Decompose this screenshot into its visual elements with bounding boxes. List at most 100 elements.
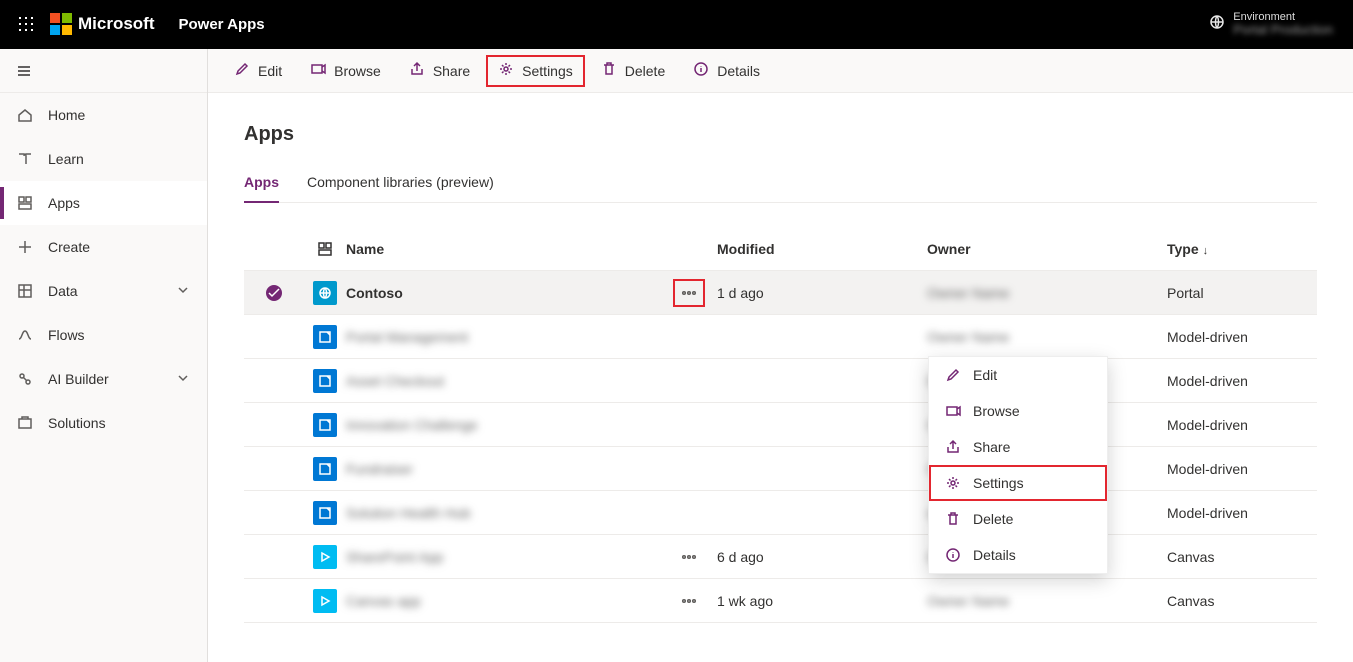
app-type-icon bbox=[313, 369, 337, 393]
environment-icon bbox=[1209, 14, 1225, 33]
app-name[interactable]: Innovation Challenge bbox=[346, 417, 478, 433]
sidebar-item-ai-builder[interactable]: AI Builder bbox=[0, 357, 207, 401]
sidebar-item-home[interactable]: Home bbox=[0, 93, 207, 137]
table-row[interactable]: Canvas app1 wk agoOwner NameCanvas bbox=[244, 579, 1317, 623]
sidebar-item-label: Solutions bbox=[48, 415, 106, 431]
sidebar-item-data[interactable]: Data bbox=[0, 269, 207, 313]
ctx-edit[interactable]: Edit bbox=[929, 357, 1107, 393]
more-options-button[interactable] bbox=[673, 543, 705, 571]
modified-cell: 1 d ago bbox=[717, 285, 927, 301]
trash-icon bbox=[945, 511, 961, 527]
grid-icon bbox=[16, 283, 34, 299]
col-type[interactable]: Type↓ bbox=[1167, 241, 1297, 257]
cmd-label: Browse bbox=[334, 63, 381, 79]
app-launcher-icon[interactable] bbox=[10, 16, 42, 32]
ai-icon bbox=[16, 371, 34, 387]
brand-text: Microsoft bbox=[78, 14, 155, 34]
cmd-browse[interactable]: Browse bbox=[298, 55, 393, 87]
ctx-details[interactable]: Details bbox=[929, 537, 1107, 573]
table-row[interactable]: SharePoint App6 d agoOwner NameCanvas bbox=[244, 535, 1317, 579]
sidebar-item-solutions[interactable]: Solutions bbox=[0, 401, 207, 445]
main-content: Edit Browse Share Settings Delete Detail… bbox=[208, 49, 1353, 662]
chevron-down-icon bbox=[175, 370, 191, 389]
sidebar-item-flows[interactable]: Flows bbox=[0, 313, 207, 357]
command-bar: Edit Browse Share Settings Delete Detail… bbox=[208, 49, 1353, 93]
cmd-details[interactable]: Details bbox=[681, 55, 772, 87]
pencil-icon bbox=[945, 367, 961, 383]
sidebar-item-label: Flows bbox=[48, 327, 85, 343]
type-cell: Model-driven bbox=[1167, 461, 1297, 477]
tabs: Apps Component libraries (preview) bbox=[244, 166, 1317, 203]
app-name[interactable]: Fundraiser bbox=[346, 461, 413, 477]
ctx-settings[interactable]: Settings bbox=[929, 465, 1107, 501]
cmd-label: Settings bbox=[522, 63, 573, 79]
tab-component-libraries[interactable]: Component libraries (preview) bbox=[307, 166, 494, 202]
product-name: Power Apps bbox=[179, 16, 265, 33]
more-options-button[interactable] bbox=[673, 279, 705, 307]
table-row[interactable]: Asset CheckoutOwner NameModel-driven bbox=[244, 359, 1317, 403]
plus-icon bbox=[16, 239, 34, 255]
solutions-icon bbox=[16, 415, 34, 431]
ctx-label: Share bbox=[973, 439, 1010, 455]
app-type-icon bbox=[313, 589, 337, 613]
app-name[interactable]: Contoso bbox=[346, 285, 403, 301]
flow-icon bbox=[16, 327, 34, 343]
sidebar-item-create[interactable]: Create bbox=[0, 225, 207, 269]
owner-cell: Owner Name bbox=[927, 285, 1009, 301]
app-type-icon bbox=[313, 457, 337, 481]
page-title: Apps bbox=[244, 123, 1317, 146]
environment-value: Portal Production bbox=[1233, 23, 1333, 37]
ctx-share[interactable]: Share bbox=[929, 429, 1107, 465]
more-options-button[interactable] bbox=[673, 587, 705, 615]
app-type-icon bbox=[313, 413, 337, 437]
cmd-delete[interactable]: Delete bbox=[589, 55, 677, 87]
table-row[interactable]: Solution Health HubsystemModel-driven bbox=[244, 491, 1317, 535]
share-icon bbox=[945, 439, 961, 455]
context-menu: Edit Browse Share Settings Delete Detail… bbox=[928, 356, 1108, 574]
info-icon bbox=[693, 61, 709, 80]
owner-cell: Owner Name bbox=[927, 593, 1009, 609]
ctx-label: Delete bbox=[973, 511, 1013, 527]
share-icon bbox=[409, 61, 425, 80]
sidebar-item-apps[interactable]: Apps bbox=[0, 181, 207, 225]
app-name[interactable]: Asset Checkout bbox=[346, 373, 444, 389]
table-row[interactable]: FundraiserOwner NameModel-driven bbox=[244, 447, 1317, 491]
modified-cell: 6 d ago bbox=[717, 549, 927, 565]
apps-icon bbox=[16, 195, 34, 211]
ctx-delete[interactable]: Delete bbox=[929, 501, 1107, 537]
gear-icon bbox=[945, 475, 961, 491]
table-row[interactable]: Portal Management Owner Name Model-driven bbox=[244, 315, 1317, 359]
app-name[interactable]: SharePoint App bbox=[346, 549, 443, 565]
home-icon bbox=[16, 107, 34, 123]
owner-cell: Owner Name bbox=[927, 329, 1009, 345]
sidebar-item-label: AI Builder bbox=[48, 371, 109, 387]
type-cell: Model-driven bbox=[1167, 329, 1297, 345]
app-name[interactable]: Portal Management bbox=[346, 329, 468, 345]
cmd-edit[interactable]: Edit bbox=[222, 55, 294, 87]
cmd-share[interactable]: Share bbox=[397, 55, 482, 87]
table-row[interactable]: Innovation ChallengeOwner NameModel-driv… bbox=[244, 403, 1317, 447]
ctx-label: Browse bbox=[973, 403, 1020, 419]
app-name[interactable]: Solution Health Hub bbox=[346, 505, 471, 521]
nav-collapse-button[interactable] bbox=[0, 49, 207, 93]
sidebar-item-label: Create bbox=[48, 239, 90, 255]
chevron-down-icon bbox=[175, 282, 191, 301]
book-icon bbox=[16, 151, 34, 167]
sidebar-item-learn[interactable]: Learn bbox=[0, 137, 207, 181]
ctx-browse[interactable]: Browse bbox=[929, 393, 1107, 429]
cmd-settings[interactable]: Settings bbox=[486, 55, 585, 87]
col-name[interactable]: Name bbox=[346, 241, 661, 257]
trash-icon bbox=[601, 61, 617, 80]
environment-picker[interactable]: Environment Portal Production bbox=[1209, 11, 1333, 37]
type-cell: Model-driven bbox=[1167, 417, 1297, 433]
col-owner[interactable]: Owner bbox=[927, 241, 1167, 257]
app-name[interactable]: Canvas app bbox=[346, 593, 421, 609]
tab-apps[interactable]: Apps bbox=[244, 166, 279, 202]
view-switch-icon[interactable] bbox=[304, 241, 346, 257]
type-cell: Model-driven bbox=[1167, 505, 1297, 521]
table-row[interactable]: Contoso1 d agoOwner NamePortal bbox=[244, 271, 1317, 315]
left-nav: Home Learn Apps Create Data Flows AI Bui… bbox=[0, 49, 208, 662]
col-modified[interactable]: Modified bbox=[717, 241, 927, 257]
pencil-icon bbox=[234, 61, 250, 80]
cmd-label: Details bbox=[717, 63, 760, 79]
